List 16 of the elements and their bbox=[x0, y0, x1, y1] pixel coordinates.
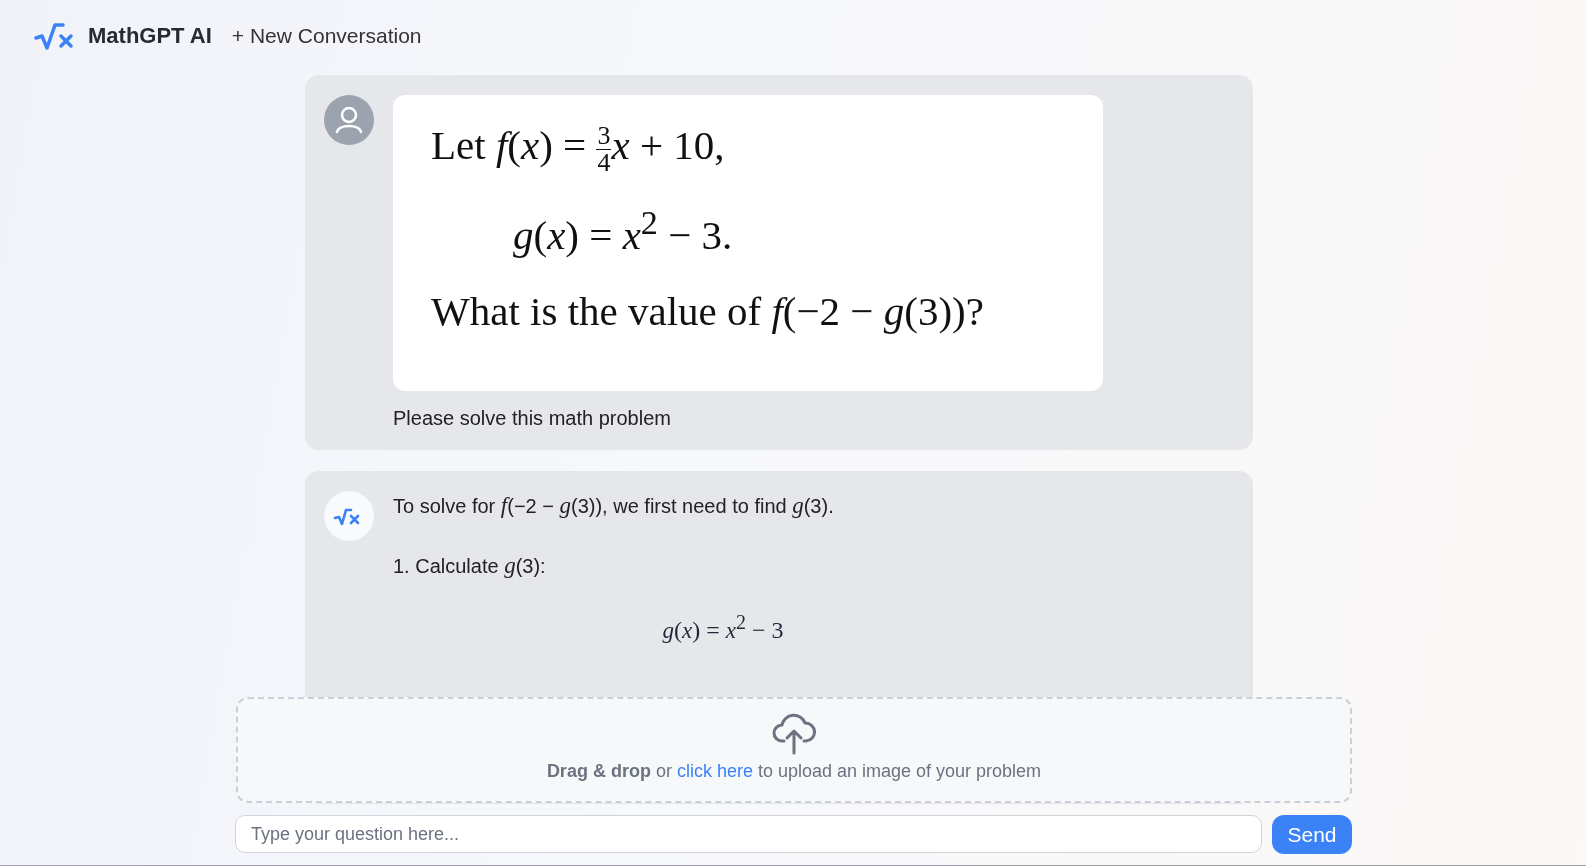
assistant-avatar-icon bbox=[324, 491, 374, 541]
message-text: Please solve this math problem bbox=[393, 407, 672, 430]
message-text: 1. Calculate g(3): bbox=[393, 552, 547, 580]
math-equation: g(x) = x$^{2}$ − 3 bbox=[661, 611, 785, 644]
click-here-link[interactable]: click here bbox=[676, 761, 753, 781]
upload-instructions: Drag & drop or click here to upload an image of your problem bbox=[546, 761, 1042, 782]
upload-dropzone[interactable]: Drag & drop or click here to upload an image of your problem bbox=[236, 697, 1352, 803]
math-line: g(x) = x$^{2}$ − 3. bbox=[512, 204, 734, 259]
logo-icon bbox=[34, 21, 74, 51]
brand-name: MathGPT AI bbox=[88, 23, 212, 49]
new-conversation-button[interactable]: + New Conversation bbox=[231, 24, 422, 48]
question-input[interactable]: Type your question here... bbox=[235, 815, 1262, 853]
user-avatar-icon bbox=[324, 95, 374, 145]
message-text: To solve for f(−2 − g(3)), we first need to find g(3). bbox=[393, 492, 835, 520]
send-button[interactable]: Send bbox=[1272, 815, 1352, 854]
math-line: What is the value of f(−2 − g(3))? bbox=[431, 286, 985, 335]
